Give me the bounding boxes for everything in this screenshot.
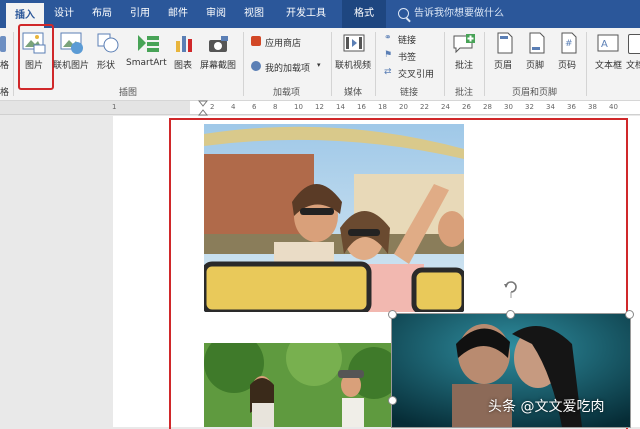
search-icon — [398, 8, 409, 19]
page-number-button[interactable]: 页码 — [558, 58, 576, 71]
tab-mailings[interactable]: 邮件 — [160, 0, 196, 28]
ruler-numbers: 1 2 4 6 8 10 12 14 16 18 20 22 24 26 28 30 32 34 36 38 40 — [0, 101, 640, 114]
rotate-handle-icon[interactable] — [502, 278, 520, 298]
screenshot-icon — [209, 36, 228, 52]
link-icon: ⚭ — [384, 33, 392, 43]
ruler-tick-label: 22 — [420, 103, 429, 111]
ruler-tick-label: 18 — [378, 103, 387, 111]
tab-review[interactable]: 审阅 — [198, 0, 234, 28]
ruler-tick-label: 14 — [336, 103, 345, 111]
group-comments: 批注 — [455, 88, 474, 98]
resize-handle[interactable] — [625, 310, 634, 319]
comment-icon — [453, 34, 475, 54]
ruler-tick-label: 24 — [441, 103, 450, 111]
ruler-tick-label: 12 — [315, 103, 324, 111]
my-addins-icon — [251, 61, 261, 71]
cross-reference-icon: ⇄ — [384, 67, 392, 77]
ruler-tick-label: 34 — [546, 103, 555, 111]
screenshot-button[interactable]: 屏幕截图 — [200, 58, 236, 71]
ruler-tick-label: 16 — [357, 103, 366, 111]
ruler-tick-label: 8 — [273, 103, 278, 111]
group-addins: 加载项 — [273, 88, 301, 98]
photo-forest-couple[interactable] — [204, 343, 392, 427]
ribbon-separator — [13, 32, 14, 96]
group-links: 链接 — [400, 88, 419, 98]
store-button[interactable]: 应用商店 — [265, 36, 301, 49]
tab-references[interactable]: 引用 — [122, 0, 158, 28]
online-video-icon — [343, 34, 365, 52]
smartart-icon — [138, 35, 159, 52]
footer-button[interactable]: 页脚 — [526, 58, 544, 71]
group-illustrations: 插图 — [119, 88, 138, 98]
page-number-icon: # — [561, 32, 577, 54]
tell-me-search[interactable]: 告诉我你想要做什么 — [414, 0, 534, 28]
footer-icon — [529, 32, 545, 54]
chevron-down-icon[interactable]: ▾ — [317, 61, 321, 69]
ribbon-separator — [444, 32, 445, 96]
ruler-tick-label: 10 — [294, 103, 303, 111]
chart-button[interactable]: 图表 — [174, 58, 192, 71]
partial-left-group: 格 — [0, 88, 10, 98]
svg-text:A: A — [601, 39, 608, 50]
watermark: 头条 @文文爱吃肉 — [488, 399, 605, 415]
ruler-tick-label: 28 — [483, 103, 492, 111]
shapes-icon — [97, 33, 119, 53]
photo-bus-tour[interactable] — [204, 124, 464, 312]
ruler-tick-label: 4 — [231, 103, 236, 111]
ruler-tick-label: 20 — [399, 103, 408, 111]
ribbon-separator — [484, 32, 485, 96]
smartart-button[interactable]: SmartArt — [126, 58, 167, 68]
ribbon-separator — [243, 32, 244, 96]
my-addins-button[interactable]: 我的加载项 — [265, 61, 310, 74]
document-parts-icon — [628, 34, 640, 54]
online-video-button[interactable]: 联机视频 — [335, 58, 371, 71]
picture-button[interactable]: 图片 — [25, 58, 43, 71]
ruler-tick-label: 2 — [210, 103, 215, 111]
tab-view[interactable]: 视图 — [236, 0, 272, 28]
resize-handle[interactable] — [506, 310, 515, 319]
ribbon-separator — [375, 32, 376, 96]
table-icon — [0, 36, 6, 52]
ruler-tick-label: 30 — [504, 103, 513, 111]
ruler-tick-label: 1 — [112, 103, 117, 111]
bookmark-button[interactable]: 书签 — [398, 50, 416, 63]
resize-handle[interactable] — [388, 396, 397, 405]
ribbon-separator — [331, 32, 332, 96]
group-media: 媒体 — [344, 88, 363, 98]
cross-reference-button[interactable]: 交叉引用 — [398, 67, 434, 80]
bookmark-icon: ⚑ — [384, 50, 393, 60]
partial-left-label[interactable]: 格 — [0, 58, 9, 71]
svg-text:#: # — [565, 39, 573, 49]
link-button[interactable]: 链接 — [398, 33, 416, 46]
ruler-indent-marker[interactable] — [198, 100, 208, 116]
online-picture-icon — [60, 32, 83, 54]
ruler-tick-label: 26 — [462, 103, 471, 111]
header-button[interactable]: 页眉 — [494, 58, 512, 71]
ruler-tick-label: 6 — [252, 103, 257, 111]
picture-icon — [22, 32, 46, 54]
tab-format[interactable]: 格式 — [342, 0, 386, 28]
tab-layout[interactable]: 布局 — [84, 0, 120, 28]
ruler-tick-label: 36 — [567, 103, 576, 111]
document-parts-button[interactable]: 文档 — [626, 58, 640, 71]
group-header-footer: 页眉和页脚 — [512, 88, 558, 98]
chart-icon — [176, 36, 192, 52]
ribbon-separator — [586, 32, 587, 96]
online-picture-button[interactable]: 联机图片 — [53, 58, 89, 71]
shapes-button[interactable]: 形状 — [97, 58, 115, 71]
resize-handle[interactable] — [388, 310, 397, 319]
textbox-button[interactable]: 文本框 — [595, 58, 622, 71]
header-icon — [497, 32, 513, 54]
tab-developer[interactable]: 开发工具 — [276, 0, 336, 28]
textbox-icon: A — [597, 34, 619, 52]
ruler-tick-label: 40 — [609, 103, 618, 111]
comment-button[interactable]: 批注 — [455, 58, 473, 71]
ruler-tick-label: 38 — [588, 103, 597, 111]
store-icon — [251, 36, 261, 46]
ruler-tick-label: 32 — [525, 103, 534, 111]
